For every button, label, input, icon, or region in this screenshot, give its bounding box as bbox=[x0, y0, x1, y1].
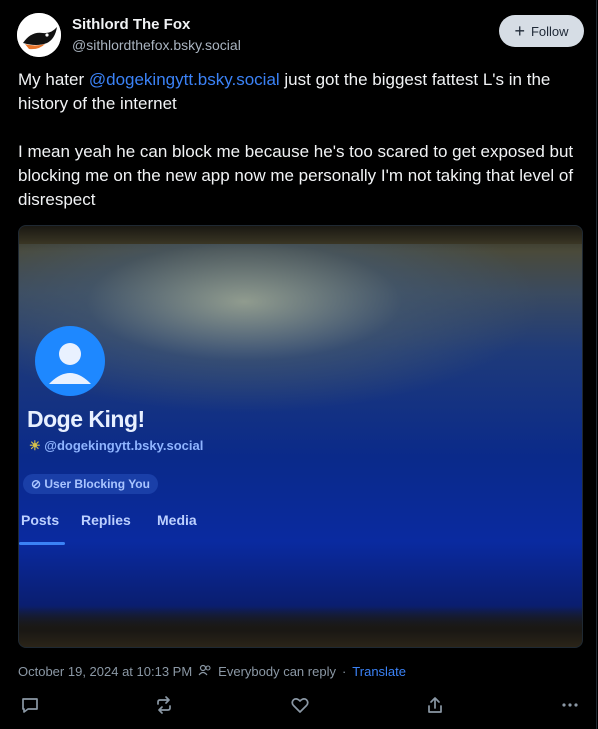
post-text-prefix: My hater bbox=[18, 70, 89, 89]
photo-blocking-text: User Blocking You bbox=[44, 477, 150, 491]
photo-tab-media: Media bbox=[157, 512, 197, 528]
mention-link[interactable]: @dogekingytt.bsky.social bbox=[89, 70, 280, 89]
share-button[interactable] bbox=[423, 693, 447, 717]
people-icon bbox=[198, 664, 212, 679]
photo-profile-avatar bbox=[35, 326, 105, 396]
like-button[interactable] bbox=[288, 693, 312, 717]
photo-handle-text: @dogekingytt.bsky.social bbox=[44, 438, 204, 453]
post-actions bbox=[0, 693, 598, 719]
post-card: Sithlord The Fox @sithlordthefox.bsky.so… bbox=[0, 0, 597, 729]
photo-blocking-badge: ⊘ User Blocking You bbox=[23, 474, 158, 494]
follow-button[interactable]: + Follow bbox=[499, 15, 584, 47]
photo-tab-replies: Replies bbox=[81, 512, 131, 528]
reply-button[interactable] bbox=[18, 693, 42, 717]
more-icon bbox=[562, 703, 578, 707]
photo-top-band bbox=[19, 226, 582, 244]
reply-icon bbox=[22, 698, 38, 713]
photo-profile-name: Doge King! bbox=[27, 406, 145, 432]
author-handle[interactable]: @sithlordthefox.bsky.social bbox=[72, 37, 241, 53]
post-image[interactable]: Doge King! ☀ @dogekingytt.bsky.social ⊘ … bbox=[18, 225, 583, 648]
translate-link[interactable]: Translate bbox=[352, 664, 406, 679]
post-paragraph-2: I mean yeah he can block me because he's… bbox=[18, 142, 574, 209]
photo-tab-posts: Posts bbox=[21, 512, 60, 528]
post-meta: October 19, 2024 at 10:13 PM Everybody c… bbox=[18, 664, 406, 679]
meta-separator: · bbox=[341, 664, 347, 679]
repost-button[interactable] bbox=[152, 693, 176, 717]
repost-icon bbox=[157, 696, 171, 714]
fox-avatar-image bbox=[17, 13, 61, 57]
photo-profile-handle: ☀ @dogekingytt.bsky.social bbox=[29, 438, 203, 454]
sun-icon: ☀ bbox=[29, 438, 45, 453]
follow-label: Follow bbox=[530, 23, 569, 39]
timestamp[interactable]: October 19, 2024 at 10:13 PM bbox=[18, 664, 192, 679]
author-display-name[interactable]: Sithlord The Fox bbox=[72, 16, 190, 33]
author-avatar[interactable] bbox=[17, 13, 61, 57]
post-paragraph-1: My hater @dogekingytt.bsky.social just g… bbox=[18, 68, 588, 116]
photo-bottom-band bbox=[19, 607, 582, 647]
default-avatar-icon bbox=[49, 343, 91, 384]
more-options-button[interactable] bbox=[558, 693, 582, 717]
like-icon bbox=[291, 698, 309, 713]
plus-icon: + bbox=[514, 21, 525, 41]
share-icon bbox=[428, 697, 442, 713]
reply-setting[interactable]: Everybody can reply bbox=[218, 664, 336, 679]
photo-tab-underline bbox=[19, 542, 65, 545]
post-text: My hater @dogekingytt.bsky.social just g… bbox=[18, 68, 588, 212]
